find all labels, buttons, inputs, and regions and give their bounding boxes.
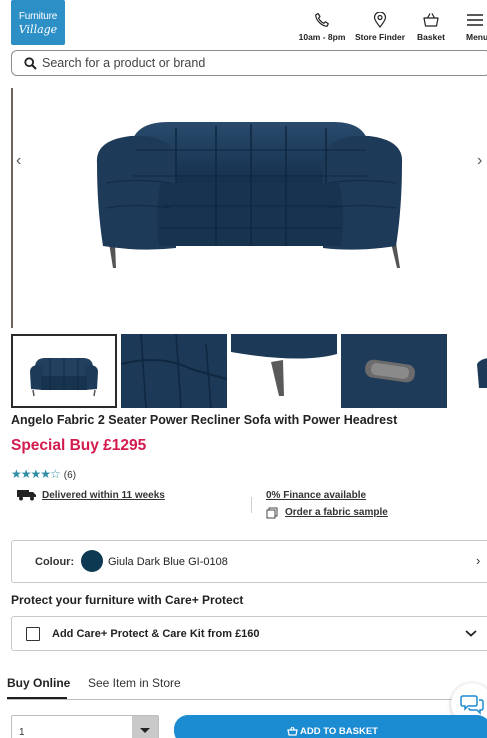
chevron-right-icon: › xyxy=(476,553,481,568)
phone-icon xyxy=(315,12,329,27)
hours-label: 10am - 8pm xyxy=(298,32,346,42)
tab-see-in-store[interactable]: See Item in Store xyxy=(88,676,181,690)
product-title: Angelo Fabric 2 Seater Power Recliner So… xyxy=(11,413,398,427)
store-finder-link[interactable]: Store Finder xyxy=(354,12,406,42)
fabric-swatch-icon xyxy=(266,507,278,519)
colour-selector[interactable]: Colour: Giula Dark Blue GI-0108 › xyxy=(11,540,487,583)
basket-label: Basket xyxy=(417,32,445,42)
colour-label: Colour: xyxy=(35,556,75,568)
sofa-front-thumbnail xyxy=(30,358,98,397)
menu-label: Menu xyxy=(466,32,487,42)
product-price: Special Buy £1295 xyxy=(11,437,147,454)
chevron-down-icon[interactable] xyxy=(464,626,478,640)
product-main-image[interactable]: ‹ › xyxy=(11,88,487,328)
basket-icon xyxy=(287,726,298,736)
logo-line2: Village xyxy=(18,23,58,36)
purchase-tabs: Buy Online See Item in Store xyxy=(0,668,487,702)
caret-down-icon xyxy=(140,728,150,733)
quantity-dropdown-button[interactable] xyxy=(132,716,158,738)
rating[interactable]: ★★★★☆ (6) xyxy=(11,465,77,481)
menu-button[interactable]: Menu xyxy=(466,12,487,42)
sofa-angle-thumbnail xyxy=(121,334,227,408)
logo[interactable]: Furniture Village xyxy=(11,0,65,45)
colour-swatch xyxy=(81,550,103,572)
care-protect-label: Add Care+ Protect & Care Kit from £160 xyxy=(52,628,260,640)
search-input[interactable] xyxy=(42,53,472,73)
rating-stars: ★★★★☆ xyxy=(11,467,61,481)
thumbnail-2[interactable] xyxy=(121,334,227,408)
opening-hours-link[interactable]: 10am - 8pm xyxy=(297,12,347,42)
chat-icon xyxy=(460,695,484,715)
sofa-side-thumbnail xyxy=(477,358,487,388)
sofa-image xyxy=(96,121,403,268)
colour-value: Giula Dark Blue GI-0108 xyxy=(108,556,228,568)
logo-line1: Furniture xyxy=(18,11,58,22)
fabric-sample-link[interactable]: Order a fabric sample xyxy=(285,507,388,518)
delivery-link[interactable]: Delivered within 11 weeks xyxy=(42,490,165,501)
sofa-leg-thumbnail xyxy=(231,334,337,396)
tabs-divider xyxy=(7,699,487,700)
store-finder-label: Store Finder xyxy=(354,32,406,42)
tab-buy-online[interactable]: Buy Online xyxy=(7,676,70,690)
care-protect-heading: Protect your furniture with Care+ Protec… xyxy=(11,593,244,607)
search-icon xyxy=(24,57,37,70)
power-button-thumbnail xyxy=(341,334,447,408)
basket-icon xyxy=(423,13,439,27)
site-header: Furniture Village 10am - 8pm Store Finde… xyxy=(0,0,487,48)
location-pin-icon xyxy=(373,12,387,28)
truck-icon xyxy=(17,490,36,501)
finance-link[interactable]: 0% Finance available xyxy=(266,490,366,501)
basket-link[interactable]: Basket xyxy=(414,12,448,42)
review-count: (6) xyxy=(63,470,77,481)
add-to-basket-button[interactable]: ADD TO BASKET xyxy=(174,715,487,738)
next-image-button[interactable]: › xyxy=(477,152,482,170)
thumbnail-strip xyxy=(11,334,487,409)
thumbnail-5[interactable] xyxy=(451,334,487,408)
thumbnail-3[interactable] xyxy=(231,334,337,408)
quantity-select[interactable]: 1 xyxy=(11,715,159,738)
prev-image-button[interactable]: ‹ xyxy=(16,152,21,170)
thumbnail-4[interactable] xyxy=(341,334,447,408)
search-bar[interactable] xyxy=(11,50,487,76)
add-to-basket-label: ADD TO BASKET xyxy=(300,726,378,737)
quantity-value: 1 xyxy=(19,727,25,738)
hamburger-icon xyxy=(467,14,483,26)
divider xyxy=(251,497,252,513)
thumbnail-1[interactable] xyxy=(11,334,117,408)
care-protect-option[interactable]: Add Care+ Protect & Care Kit from £160 xyxy=(11,616,487,651)
care-protect-checkbox[interactable] xyxy=(26,627,40,641)
